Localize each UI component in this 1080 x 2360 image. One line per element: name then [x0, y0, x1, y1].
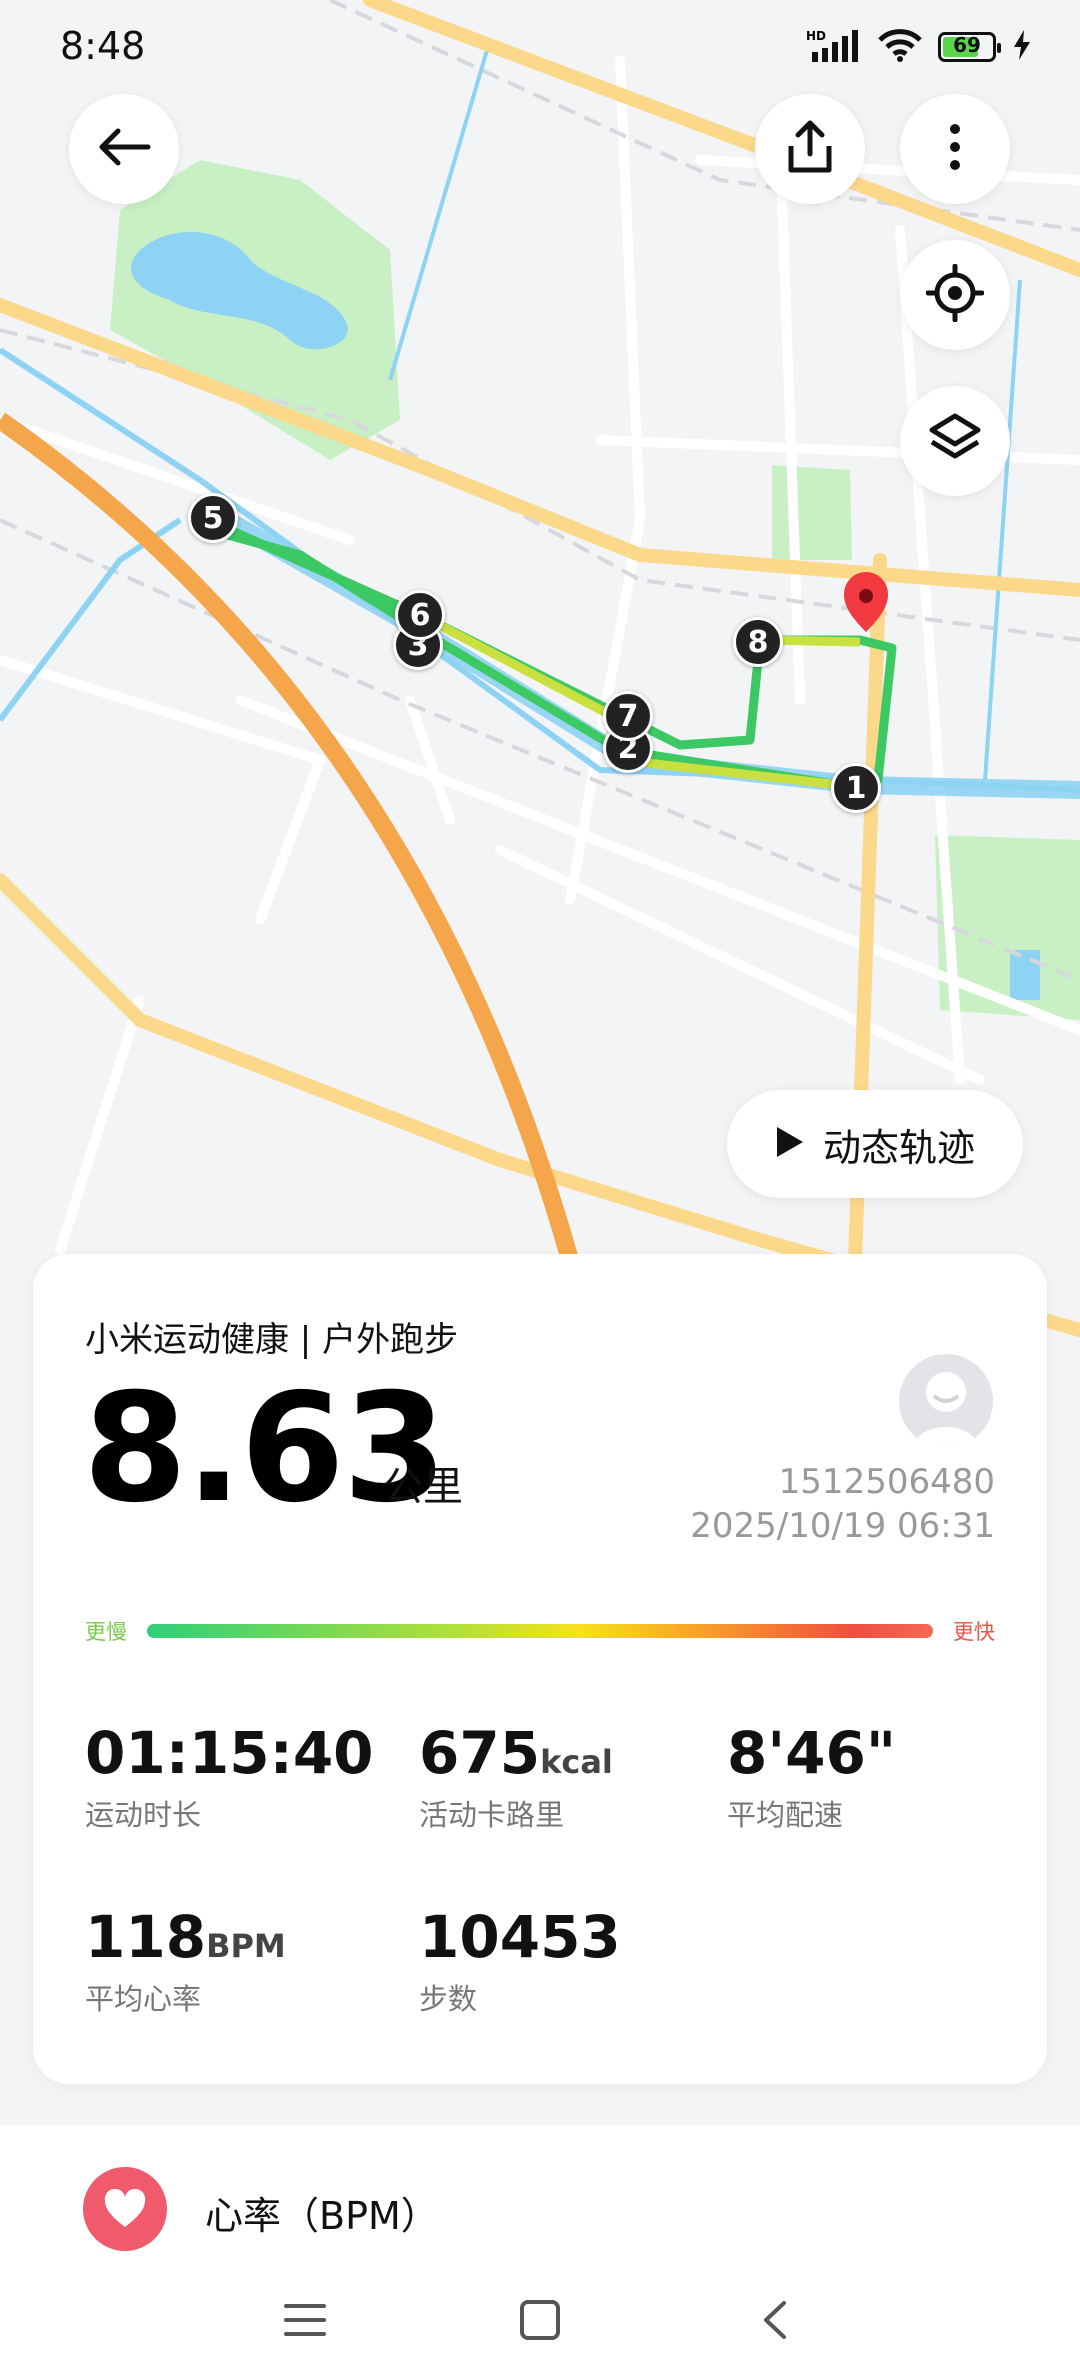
status-time: 8:48: [60, 24, 146, 68]
lake: [1010, 950, 1040, 1000]
metric-label: 运动时长: [85, 1798, 202, 1832]
dynamic-track-button[interactable]: 动态轨迹: [727, 1090, 1023, 1198]
route-marker[interactable]: 1: [831, 763, 881, 813]
metric-unit: BPM: [206, 1927, 286, 1965]
workout-source: 小米运动健康 | 户外跑步: [85, 1320, 459, 1360]
heart-icon: [83, 2167, 167, 2251]
pace-fast-label: 更快: [953, 1620, 995, 1644]
home-button[interactable]: [510, 2297, 570, 2347]
network-badge: HD: [806, 29, 826, 43]
metric-label: 平均心率: [85, 1982, 202, 2016]
share-icon: [787, 120, 833, 178]
park-area: [772, 465, 852, 560]
arrow-left-icon: [96, 127, 152, 171]
metric-calories: 675kcal 活动卡路里: [419, 1724, 613, 1834]
wifi-icon: [878, 28, 922, 66]
metric-label: 平均配速: [727, 1798, 844, 1832]
metric-steps: 10453 步数: [419, 1908, 621, 2018]
workout-summary-card: 小米运动健康 | 户外跑步 8.63 公里 1512506480 2025/10…: [33, 1254, 1047, 2084]
metric-value: 118: [85, 1903, 207, 1971]
charging-icon: [1012, 30, 1032, 64]
square-icon: [519, 2299, 561, 2345]
battery-icon: 69: [938, 32, 1001, 62]
metric-avg-heart-rate: 118BPM 平均心率: [85, 1908, 286, 2018]
pace-slow-label: 更慢: [85, 1620, 127, 1644]
distance-unit: 公里: [383, 1464, 463, 1510]
metric-value: 01:15:40: [85, 1719, 374, 1787]
layers-button[interactable]: [900, 386, 1010, 496]
chevron-left-icon: [760, 2299, 790, 2345]
route-marker[interactable]: 5: [188, 493, 238, 543]
locate-icon: [925, 263, 985, 326]
metric-unit: kcal: [540, 1743, 613, 1781]
status-bar: 8:48 HD 69: [0, 0, 1080, 100]
back-nav-button[interactable]: [745, 2297, 805, 2347]
metric-label: 步数: [419, 1982, 478, 2016]
battery-level: 69: [953, 33, 981, 57]
dynamic-track-label: 动态轨迹: [822, 1125, 975, 1170]
metric-duration: 01:15:40 运动时长: [85, 1724, 374, 1834]
heart-rate-section[interactable]: 心率（BPM）: [0, 2125, 1080, 2285]
locate-button[interactable]: [900, 240, 1010, 350]
route-marker[interactable]: 7: [603, 691, 653, 741]
route-marker[interactable]: 6: [395, 590, 445, 640]
recents-button[interactable]: [275, 2297, 335, 2347]
layers-icon: [928, 412, 982, 470]
user-id: 1512506480: [778, 1462, 995, 1502]
metric-label: 活动卡路里: [419, 1798, 565, 1832]
heart-rate-title: 心率（BPM）: [205, 2194, 439, 2238]
workout-datetime: 2025/10/19 06:31: [690, 1506, 995, 1546]
metric-avg-pace: 8'46" 平均配速: [727, 1724, 896, 1834]
route-map[interactable]: [0, 0, 1080, 1420]
pace-gradient-bar: [147, 1624, 933, 1638]
avatar[interactable]: [899, 1354, 993, 1448]
system-nav-bar: [0, 2285, 1080, 2360]
metric-value: 675: [419, 1719, 541, 1787]
route-marker[interactable]: 8: [733, 617, 783, 667]
signal-icon: HD: [806, 28, 862, 66]
share-button[interactable]: [755, 94, 865, 204]
back-button[interactable]: [69, 94, 179, 204]
more-vertical-icon: [948, 123, 962, 175]
more-button[interactable]: [900, 94, 1010, 204]
menu-icon: [284, 2302, 326, 2342]
metric-value: 8'46": [727, 1719, 897, 1787]
metric-value: 10453: [419, 1903, 621, 1971]
play-icon: [775, 1125, 805, 1163]
